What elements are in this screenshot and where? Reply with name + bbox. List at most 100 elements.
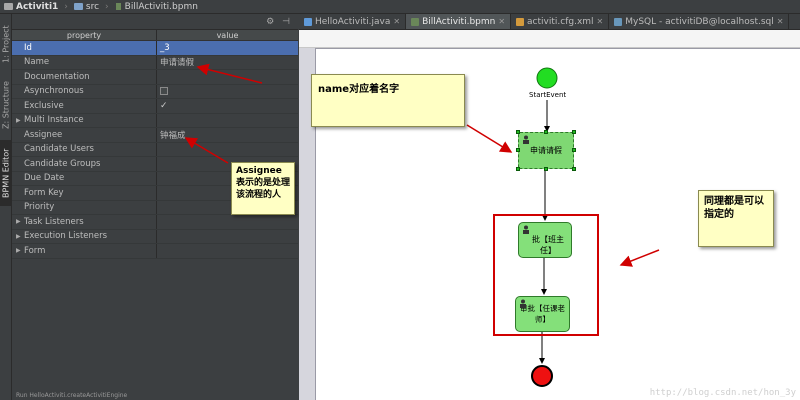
prop-row-name[interactable]: Name 申请请假 — [12, 55, 298, 70]
prop-value[interactable] — [157, 230, 298, 244]
note-assignee: Assignee 表示的是处理该流程的人 — [231, 162, 295, 215]
prop-name: Name — [12, 55, 157, 69]
prop-value[interactable] — [157, 114, 298, 128]
task-label: 申请请假 — [530, 146, 562, 155]
highlight-box — [493, 214, 599, 336]
tool-tab-bpmn-editor[interactable]: BPMN Editor — [0, 140, 12, 206]
diagram-editor: StartEvent 申请请假 批【班主任】 审批【任课老师】 name对应着名… — [299, 30, 800, 400]
prop-value[interactable] — [157, 70, 298, 84]
resize-handle[interactable] — [544, 130, 548, 134]
chevron-right-icon: › — [105, 1, 109, 12]
breadcrumb-file[interactable]: BillActiviti.bpmn — [114, 2, 198, 12]
prop-row-id[interactable]: Id _3 — [12, 41, 298, 56]
tab-activiti-cfg[interactable]: activiti.cfg.xml ✕ — [511, 14, 610, 29]
tab-label: HelloActiviti.java — [315, 16, 391, 27]
resize-handle[interactable] — [516, 148, 520, 152]
tool-tab-structure[interactable]: Z: Structure — [0, 74, 12, 136]
annotation-arrow — [619, 249, 660, 267]
prop-row-execution-listeners[interactable]: ▶ Execution Listeners — [12, 229, 298, 244]
folder-icon — [4, 3, 13, 10]
prop-value[interactable] — [157, 244, 298, 258]
gear-icon[interactable]: ⚙ — [266, 17, 274, 27]
expand-icon[interactable]: ▶ — [16, 117, 21, 124]
column-header-value[interactable]: value — [157, 30, 298, 40]
prop-row-assignee[interactable]: Assignee 钟福成 — [12, 128, 298, 143]
end-event[interactable] — [531, 365, 553, 387]
annotation-arrow — [466, 124, 513, 153]
close-icon[interactable]: ✕ — [393, 17, 400, 26]
resize-handle[interactable] — [544, 167, 548, 171]
prop-name: Due Date — [12, 171, 157, 185]
prop-name-label: Task Listeners — [24, 216, 84, 227]
resize-handle[interactable] — [516, 167, 520, 171]
tab-label: activiti.cfg.xml — [527, 16, 594, 27]
properties-grid-header: property value — [12, 30, 298, 41]
prop-row-form[interactable]: ▶ Form — [12, 244, 298, 259]
properties-rows: Id _3 Name 申请请假 Documentation Asynchrono… — [12, 41, 298, 259]
close-icon[interactable]: ✕ — [498, 17, 505, 26]
bpmn-file-icon — [411, 17, 420, 26]
prop-name: ▶ Task Listeners — [12, 215, 157, 229]
breadcrumb-project[interactable]: Activiti1 — [4, 2, 58, 12]
breadcrumb-folder[interactable]: src — [73, 1, 100, 12]
tab-hello-activiti[interactable]: HelloActiviti.java ✕ — [299, 14, 407, 29]
sql-file-icon — [614, 17, 623, 26]
prop-row-exclusive[interactable]: Exclusive ✓ — [12, 99, 298, 114]
editor-tabs: HelloActiviti.java ✕ BillActiviti.bpmn ✕… — [299, 14, 800, 30]
hide-panel-icon[interactable]: ⊣ — [282, 17, 290, 27]
resize-handle[interactable] — [516, 130, 520, 134]
xml-file-icon — [516, 17, 525, 26]
start-event[interactable] — [536, 67, 558, 89]
resize-handle[interactable] — [572, 148, 576, 152]
exclusive-check-icon[interactable]: ✓ — [160, 101, 168, 111]
prop-value[interactable]: ✓ — [157, 99, 298, 113]
breadcrumb: Activiti1 › src › BillActiviti.bpmn — [0, 0, 800, 14]
properties-toolbar: ⚙ ⊣ — [12, 14, 298, 30]
column-header-property[interactable]: property — [12, 30, 157, 40]
expand-icon[interactable]: ▶ — [16, 247, 21, 254]
close-icon[interactable]: ✕ — [777, 17, 784, 26]
close-icon[interactable]: ✕ — [597, 17, 604, 26]
prop-value[interactable] — [157, 85, 298, 99]
prop-name: Exclusive — [12, 99, 157, 113]
prop-value[interactable] — [157, 143, 298, 157]
user-task-apply-leave[interactable]: 申请请假 — [516, 130, 576, 171]
prop-row-candidate-users[interactable]: Candidate Users — [12, 142, 298, 157]
prop-name: Id — [12, 41, 157, 55]
resize-handle[interactable] — [572, 130, 576, 134]
folder-icon — [73, 3, 83, 10]
note-name: name对应着名字 — [311, 74, 465, 127]
prop-name: Candidate Users — [12, 142, 157, 156]
prop-name: ▶ Form — [12, 244, 157, 258]
prop-value[interactable]: _3 — [157, 41, 298, 55]
watermark: http://blog.csdn.net/hon_3y — [649, 388, 796, 398]
prop-name-label: Execution Listeners — [24, 231, 108, 242]
java-class-icon — [304, 17, 312, 26]
prop-name: Asynchronous — [12, 84, 157, 98]
prop-value[interactable]: 钟福成 — [157, 128, 298, 142]
prop-name: Candidate Groups — [12, 157, 157, 171]
prop-name: Assignee — [12, 128, 157, 142]
expand-icon[interactable]: ▶ — [16, 233, 21, 240]
breadcrumb-project-label: Activiti1 — [16, 1, 59, 12]
status-bar: Run HelloActiviti.createActivitiEngine — [12, 392, 298, 400]
prop-row-documentation[interactable]: Documentation — [12, 70, 298, 85]
chevron-right-icon: › — [64, 1, 68, 12]
tool-tab-project[interactable]: 1: Project — [0, 18, 12, 70]
asynchronous-checkbox[interactable] — [160, 87, 168, 96]
prop-name-label: Form — [24, 245, 46, 256]
tab-bill-activiti[interactable]: BillActiviti.bpmn ✕ — [406, 14, 512, 29]
tab-mysql-console[interactable]: MySQL - activitiDB@localhost.sql ✕ — [609, 14, 790, 29]
prop-name: ▶ Execution Listeners — [12, 229, 157, 243]
resize-handle[interactable] — [572, 167, 576, 171]
user-icon — [523, 135, 529, 144]
prop-name: Documentation — [12, 70, 157, 84]
expand-icon[interactable]: ▶ — [16, 218, 21, 225]
breadcrumb-folder-label: src — [85, 1, 100, 12]
tab-label: MySQL - activitiDB@localhost.sql — [625, 16, 774, 27]
prop-value[interactable] — [157, 215, 298, 229]
prop-row-task-listeners[interactable]: ▶ Task Listeners — [12, 215, 298, 230]
prop-value[interactable]: 申请请假 — [157, 56, 298, 70]
prop-row-multi-instance[interactable]: ▶ Multi Instance — [12, 113, 298, 128]
prop-row-asynchronous[interactable]: Asynchronous — [12, 84, 298, 99]
